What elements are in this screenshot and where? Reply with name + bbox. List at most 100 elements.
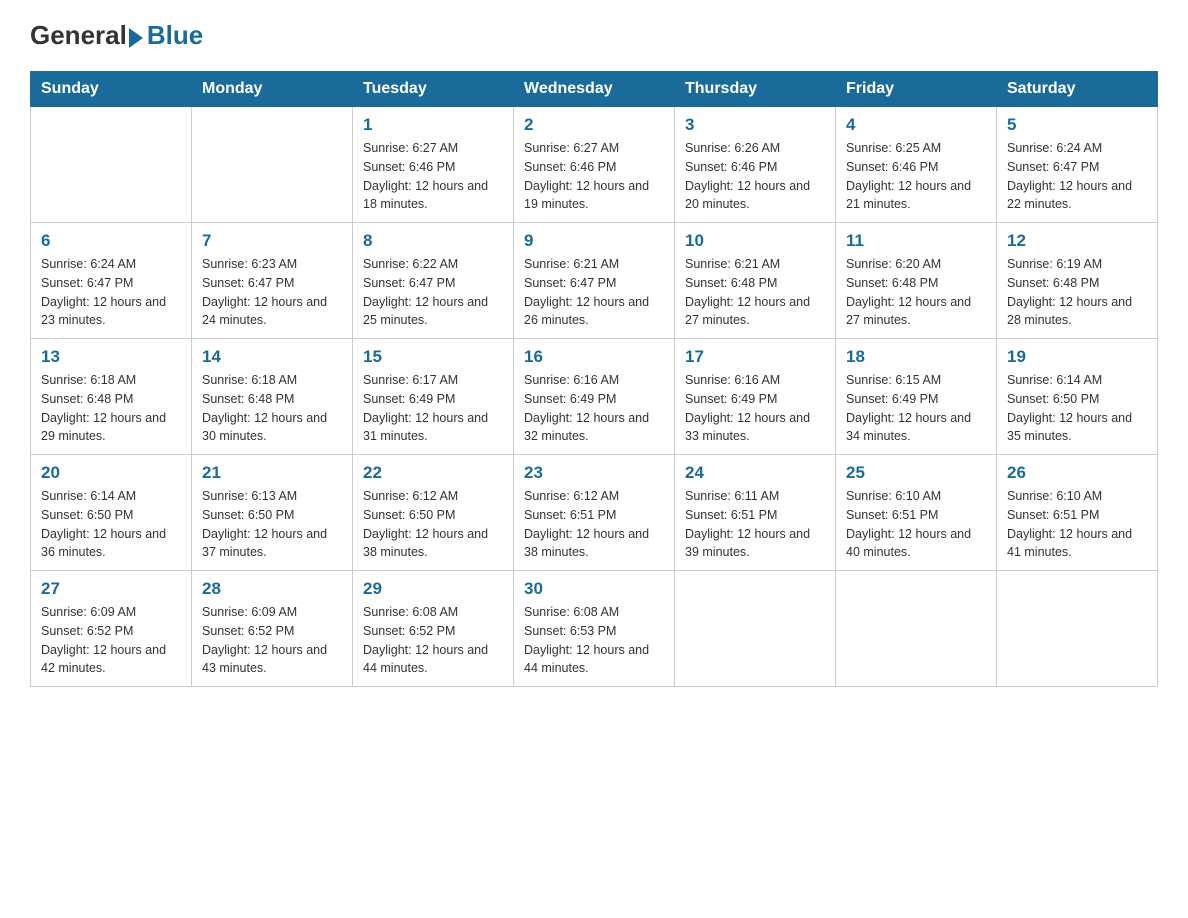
day-number: 11 [846, 231, 986, 251]
day-info: Sunrise: 6:24 AM Sunset: 6:47 PM Dayligh… [41, 255, 181, 330]
day-info: Sunrise: 6:24 AM Sunset: 6:47 PM Dayligh… [1007, 139, 1147, 214]
day-cell: 11 Sunrise: 6:20 AM Sunset: 6:48 PM Dayli… [836, 223, 997, 339]
day-info: Sunrise: 6:22 AM Sunset: 6:47 PM Dayligh… [363, 255, 503, 330]
week-row-4: 20 Sunrise: 6:14 AM Sunset: 6:50 PM Dayli… [31, 455, 1158, 571]
day-info: Sunrise: 6:11 AM Sunset: 6:51 PM Dayligh… [685, 487, 825, 562]
day-cell: 5 Sunrise: 6:24 AM Sunset: 6:47 PM Daylig… [997, 107, 1158, 223]
weekday-header-tuesday: Tuesday [353, 72, 514, 107]
day-cell: 26 Sunrise: 6:10 AM Sunset: 6:51 PM Dayli… [997, 455, 1158, 571]
day-cell: 27Sunrise: 6:09 AM Sunset: 6:52 PM Dayli… [31, 571, 192, 687]
day-cell [997, 571, 1158, 687]
day-info: Sunrise: 6:27 AM Sunset: 6:46 PM Dayligh… [524, 139, 664, 214]
week-row-2: 6 Sunrise: 6:24 AM Sunset: 6:47 PM Daylig… [31, 223, 1158, 339]
day-cell: 29 Sunrise: 6:08 AM Sunset: 6:52 PM Dayli… [353, 571, 514, 687]
day-number: 10 [685, 231, 825, 251]
day-number: 22 [363, 463, 503, 483]
day-cell: 28 Sunrise: 6:09 AM Sunset: 6:52 PM Dayli… [192, 571, 353, 687]
day-number: 14 [202, 347, 342, 367]
logo: General Blue [30, 20, 203, 51]
weekday-header-friday: Friday [836, 72, 997, 107]
day-cell: 20 Sunrise: 6:14 AM Sunset: 6:50 PM Dayli… [31, 455, 192, 571]
day-info: Sunrise: 6:21 AM Sunset: 6:48 PM Dayligh… [685, 255, 825, 330]
day-cell: 8 Sunrise: 6:22 AM Sunset: 6:47 PM Daylig… [353, 223, 514, 339]
calendar-table: SundayMondayTuesdayWednesdayThursdayFrid… [30, 71, 1158, 687]
day-number: 5 [1007, 115, 1147, 135]
day-number: 15 [363, 347, 503, 367]
day-number: 4 [846, 115, 986, 135]
day-info: Sunrise: 6:14 AM Sunset: 6:50 PM Dayligh… [41, 487, 181, 562]
day-cell: 12Sunrise: 6:19 AM Sunset: 6:48 PM Dayli… [997, 223, 1158, 339]
day-info: Sunrise: 6:18 AM Sunset: 6:48 PM Dayligh… [202, 371, 342, 446]
logo-blue-text: Blue [147, 20, 203, 51]
day-info: Sunrise: 6:27 AM Sunset: 6:46 PM Dayligh… [363, 139, 503, 214]
day-cell: 14 Sunrise: 6:18 AM Sunset: 6:48 PM Dayli… [192, 339, 353, 455]
weekday-header-sunday: Sunday [31, 72, 192, 107]
day-cell: 30Sunrise: 6:08 AM Sunset: 6:53 PM Dayli… [514, 571, 675, 687]
day-cell: 18 Sunrise: 6:15 AM Sunset: 6:49 PM Dayli… [836, 339, 997, 455]
day-cell: 1 Sunrise: 6:27 AM Sunset: 6:46 PM Daylig… [353, 107, 514, 223]
day-cell: 9Sunrise: 6:21 AM Sunset: 6:47 PM Daylig… [514, 223, 675, 339]
day-info: Sunrise: 6:08 AM Sunset: 6:53 PM Dayligh… [524, 603, 664, 678]
day-number: 25 [846, 463, 986, 483]
day-number: 27 [41, 579, 181, 599]
day-number: 3 [685, 115, 825, 135]
day-cell: 10 Sunrise: 6:21 AM Sunset: 6:48 PM Dayli… [675, 223, 836, 339]
day-cell [192, 107, 353, 223]
day-number: 18 [846, 347, 986, 367]
weekday-header-saturday: Saturday [997, 72, 1158, 107]
week-row-5: 27 Sunrise: 6:09 AM Sunset: 6:52 PM Dayli… [31, 571, 1158, 687]
day-info: Sunrise: 6:18 AM Sunset: 6:48 PM Dayligh… [41, 371, 181, 446]
weekday-header-wednesday: Wednesday [514, 72, 675, 107]
day-number: 7 [202, 231, 342, 251]
day-cell: 6 Sunrise: 6:24 AM Sunset: 6:47 PM Daylig… [31, 223, 192, 339]
day-number: 24 [685, 463, 825, 483]
day-cell: 22 Sunrise: 6:12 AM Sunset: 6:50 PM Dayli… [353, 455, 514, 571]
day-cell: 13 Sunrise: 6:18 AM Sunset: 6:48 PM Dayli… [31, 339, 192, 455]
week-row-3: 13 Sunrise: 6:18 AM Sunset: 6:48 PM Dayli… [31, 339, 1158, 455]
day-info: Sunrise: 6:12 AM Sunset: 6:51 PM Dayligh… [524, 487, 664, 562]
day-cell: 3Sunrise: 6:26 AM Sunset: 6:46 PM Daylig… [675, 107, 836, 223]
day-info: Sunrise: 6:10 AM Sunset: 6:51 PM Dayligh… [846, 487, 986, 562]
day-info: Sunrise: 6:23 AM Sunset: 6:47 PM Dayligh… [202, 255, 342, 330]
day-number: 29 [363, 579, 503, 599]
day-number: 2 [524, 115, 664, 135]
day-cell: 17 Sunrise: 6:16 AM Sunset: 6:49 PM Dayli… [675, 339, 836, 455]
day-number: 9 [524, 231, 664, 251]
day-info: Sunrise: 6:10 AM Sunset: 6:51 PM Dayligh… [1007, 487, 1147, 562]
day-number: 26 [1007, 463, 1147, 483]
day-number: 21 [202, 463, 342, 483]
day-info: Sunrise: 6:08 AM Sunset: 6:52 PM Dayligh… [363, 603, 503, 678]
day-info: Sunrise: 6:09 AM Sunset: 6:52 PM Dayligh… [202, 603, 342, 678]
day-cell [675, 571, 836, 687]
day-info: Sunrise: 6:17 AM Sunset: 6:49 PM Dayligh… [363, 371, 503, 446]
day-cell: 23 Sunrise: 6:12 AM Sunset: 6:51 PM Dayli… [514, 455, 675, 571]
day-cell: 15 Sunrise: 6:17 AM Sunset: 6:49 PM Dayli… [353, 339, 514, 455]
day-number: 28 [202, 579, 342, 599]
day-info: Sunrise: 6:15 AM Sunset: 6:49 PM Dayligh… [846, 371, 986, 446]
day-cell [31, 107, 192, 223]
day-cell: 4Sunrise: 6:25 AM Sunset: 6:46 PM Daylig… [836, 107, 997, 223]
weekday-header-monday: Monday [192, 72, 353, 107]
day-cell [836, 571, 997, 687]
day-info: Sunrise: 6:16 AM Sunset: 6:49 PM Dayligh… [685, 371, 825, 446]
day-info: Sunrise: 6:12 AM Sunset: 6:50 PM Dayligh… [363, 487, 503, 562]
day-info: Sunrise: 6:14 AM Sunset: 6:50 PM Dayligh… [1007, 371, 1147, 446]
day-cell: 16Sunrise: 6:16 AM Sunset: 6:49 PM Dayli… [514, 339, 675, 455]
day-cell: 19 Sunrise: 6:14 AM Sunset: 6:50 PM Dayli… [997, 339, 1158, 455]
day-number: 17 [685, 347, 825, 367]
day-number: 23 [524, 463, 664, 483]
day-number: 6 [41, 231, 181, 251]
day-cell: 7 Sunrise: 6:23 AM Sunset: 6:47 PM Daylig… [192, 223, 353, 339]
day-cell: 25 Sunrise: 6:10 AM Sunset: 6:51 PM Dayli… [836, 455, 997, 571]
day-info: Sunrise: 6:16 AM Sunset: 6:49 PM Dayligh… [524, 371, 664, 446]
day-number: 8 [363, 231, 503, 251]
day-number: 19 [1007, 347, 1147, 367]
day-info: Sunrise: 6:20 AM Sunset: 6:48 PM Dayligh… [846, 255, 986, 330]
weekday-header-thursday: Thursday [675, 72, 836, 107]
logo-arrow-icon [129, 28, 143, 48]
day-number: 12 [1007, 231, 1147, 251]
day-cell: 2 Sunrise: 6:27 AM Sunset: 6:46 PM Daylig… [514, 107, 675, 223]
day-number: 13 [41, 347, 181, 367]
day-number: 1 [363, 115, 503, 135]
day-number: 20 [41, 463, 181, 483]
